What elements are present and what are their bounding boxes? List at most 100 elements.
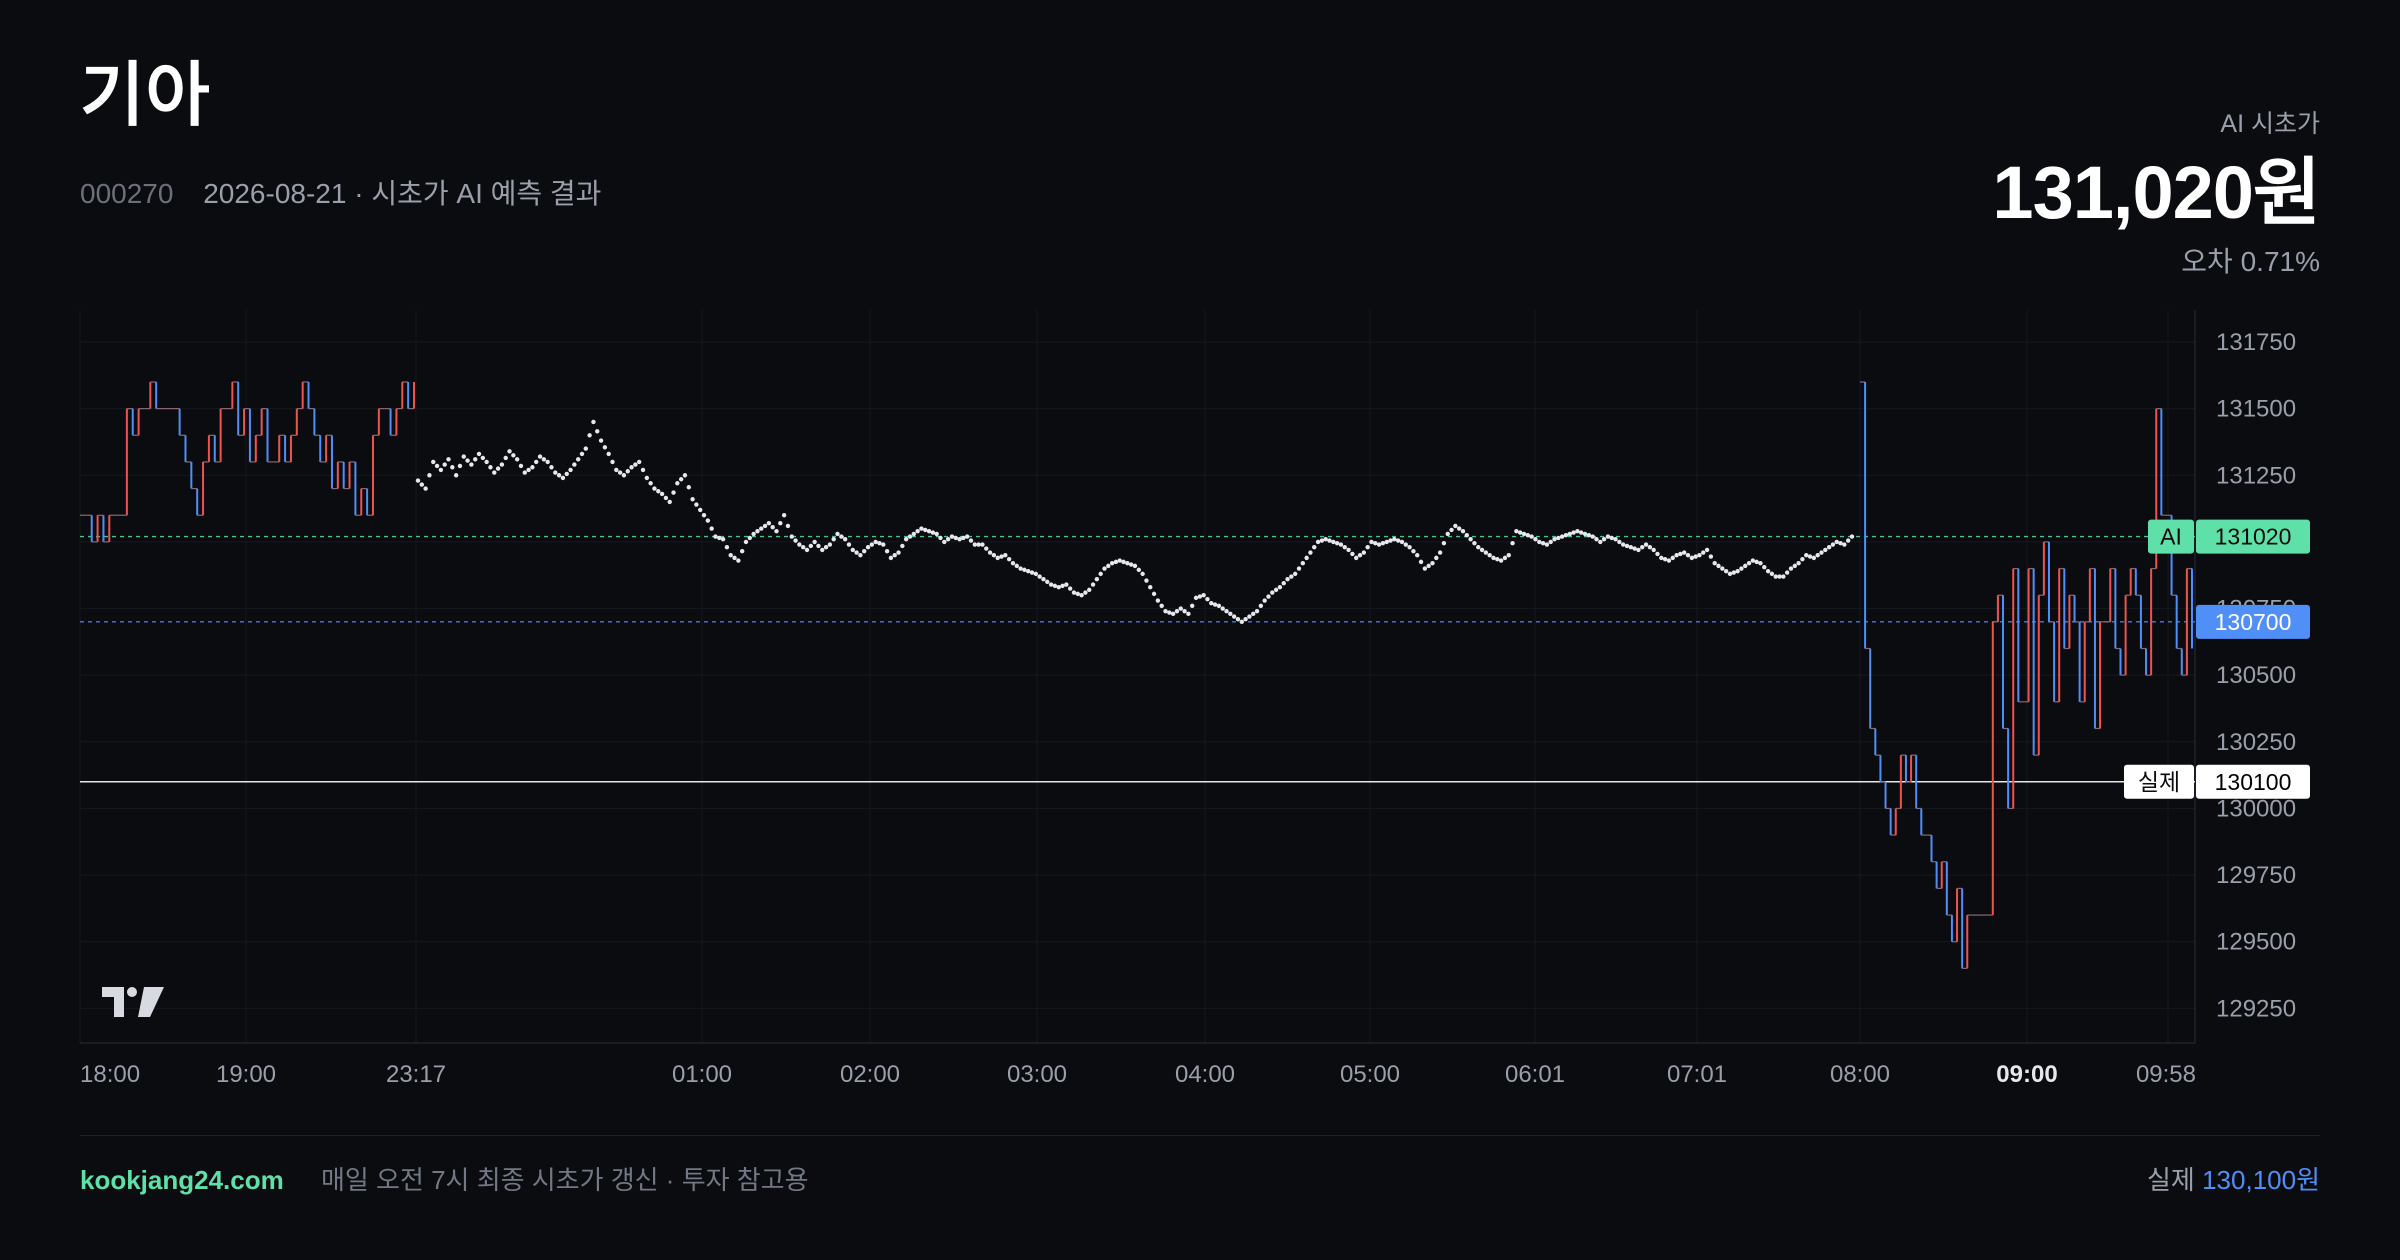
ai-dot [541,457,547,462]
actual-label: 실제 [2147,1165,2195,1195]
ai-dot [957,537,962,542]
price-chart: 1317501315001312501310001307501305001302… [79,310,2310,1088]
ai-dot [835,531,840,537]
ai-dot [1399,539,1405,545]
ai-dot [720,537,726,542]
ai-dot [629,465,634,470]
x-tick-label: 23:17 [386,1061,446,1088]
ai-dot [1750,558,1756,563]
ai-dot [759,526,764,531]
ai-dot [1079,593,1084,598]
ai-dot [1251,611,1256,617]
ai-dot [1407,545,1412,550]
ai-dot [1071,590,1077,595]
ai-dot [644,475,650,481]
ai-dot [1765,569,1771,574]
ai-dot [1563,533,1569,538]
ai-dot [1239,619,1244,625]
ai-dot [1640,545,1645,550]
ai-dot [553,470,558,475]
ai-dot [1815,553,1820,558]
ai-dot [1445,531,1450,537]
ai-dot [1056,585,1061,590]
ai-dot [1411,549,1416,554]
ai-prediction-path [415,419,1855,625]
ai-dot [564,471,569,477]
ai-dot [568,467,573,473]
ai-dot [1441,541,1447,546]
ai-dot [1666,558,1672,563]
ai-dot [431,459,436,465]
ai-dot [492,470,497,475]
ai-dot [1464,533,1470,538]
ai-dot [1315,539,1321,545]
ai-dot [1224,608,1229,614]
ai-dot [1651,547,1656,553]
ai-dot [1121,559,1126,565]
y-tick-label: 129750 [2216,862,2296,889]
x-tick-label: 01:00 [672,1061,732,1088]
ai-dot [713,534,718,539]
ai-dot [1556,535,1561,541]
ai-dot [1308,550,1313,555]
ai-dot [1743,563,1748,569]
ai-dot [1212,602,1218,607]
ai-dot [1559,534,1565,539]
site-link[interactable]: kookjang24.com [80,1165,284,1195]
ai-dot [1476,545,1481,550]
ai-dot [1838,541,1843,546]
ai-dot [419,482,425,487]
ai-dot [1449,527,1454,533]
ai-dot [473,457,478,462]
ai-dot [1331,539,1336,545]
ai-dot [1811,555,1817,561]
ai-dot [1807,554,1813,559]
ai-dot [789,534,794,539]
ai-dot [1552,537,1557,542]
ai-dot [877,541,882,546]
ai-dot [1830,542,1836,547]
ai-dot [537,454,543,459]
ai-dot [709,526,714,531]
ai-dot [1826,545,1832,550]
ai-dot [1624,543,1630,549]
ai-dot [1784,570,1790,575]
ai-dot [862,549,867,554]
ai-dot [1125,561,1130,566]
ai-dot [1708,554,1714,559]
ai-dot [579,451,585,457]
ai-dot [926,529,932,534]
ai-dot [1052,583,1058,589]
ai-dot [736,558,741,563]
ai-dot [987,550,993,555]
ai-dot [938,535,943,541]
x-tick-label: 06:01 [1505,1061,1565,1088]
ai-dot [1403,542,1408,547]
ai-dot [980,542,985,547]
pre-market-series [80,381,415,543]
ai-dot [1190,603,1195,609]
ai-dot [503,455,508,461]
ai-dot [1357,553,1363,558]
ai-dot [556,473,562,478]
y-tick-label: 130500 [2216,662,2296,689]
ai-dot [1468,537,1473,542]
tradingview-logo-icon [102,987,164,1017]
ai-dot [1045,579,1050,585]
ai-dot [1140,571,1145,577]
ai-dot [1155,598,1161,603]
y-tick-label: 130250 [2216,729,2296,756]
ai-dot [770,525,775,530]
ai-dot [1483,550,1489,555]
actual-name-text: 실제 [2138,769,2180,795]
ai-dot [1167,610,1172,615]
y-tick-label: 130000 [2216,795,2296,822]
logo-part [102,987,124,1017]
ai-dot [511,453,516,458]
ai-dot [1800,557,1805,562]
ai-dot [602,445,608,450]
ai-dot [648,481,653,486]
ai-dot [1674,553,1679,558]
ai-dot [850,547,855,553]
ai-dot [1395,538,1401,543]
